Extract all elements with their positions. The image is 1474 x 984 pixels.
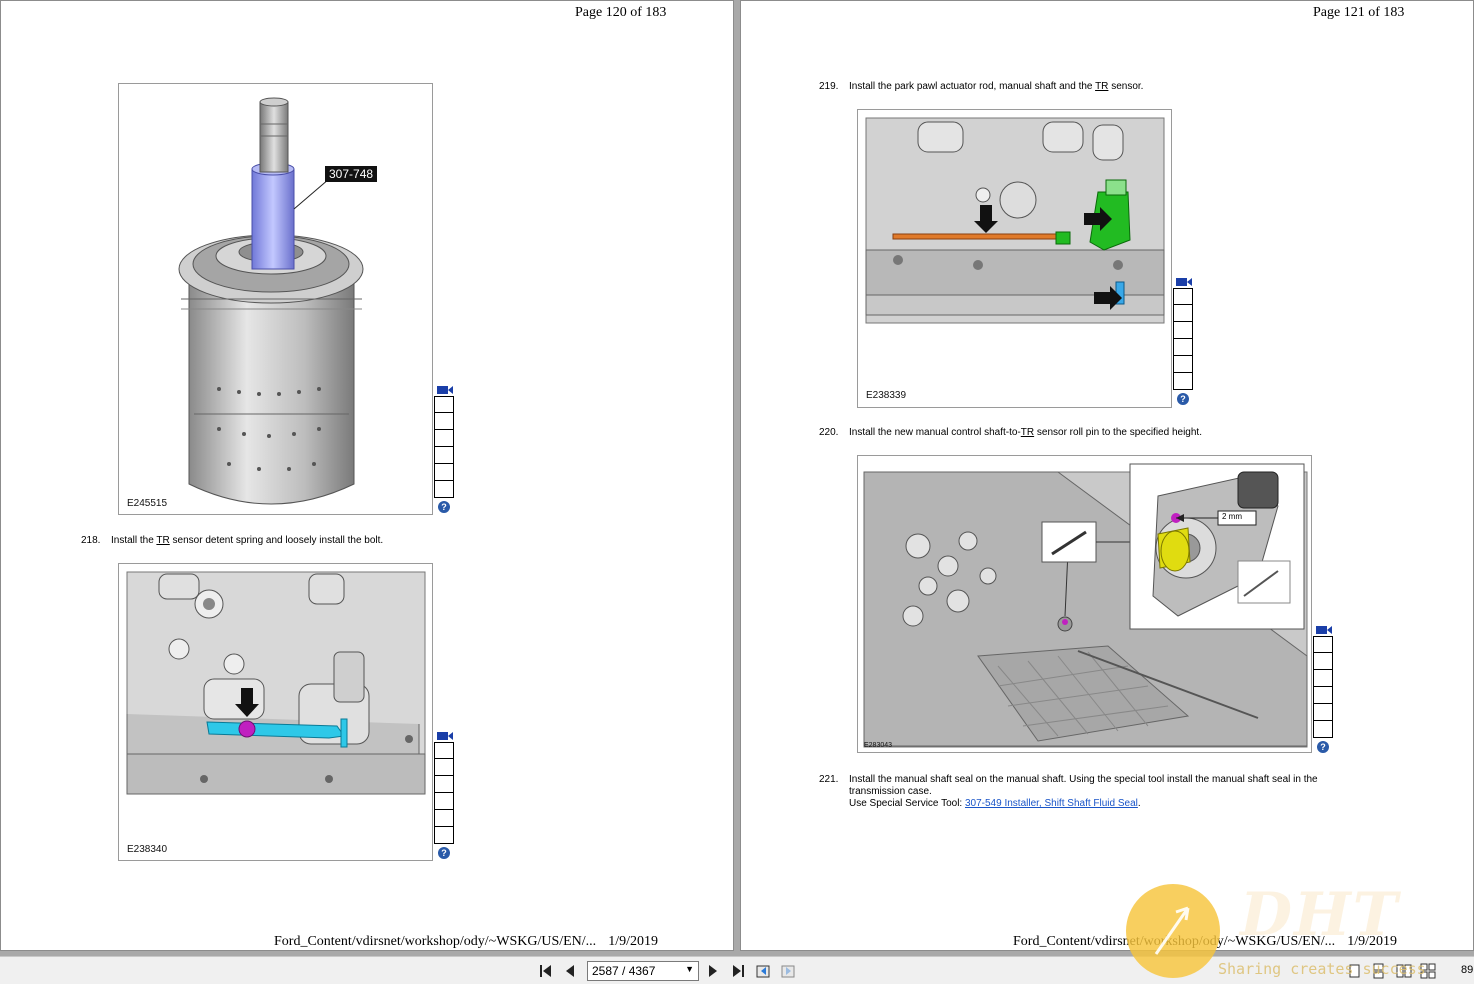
figure-toolbar: ?: [434, 730, 456, 859]
help-icon[interactable]: ?: [438, 501, 450, 513]
step-text: Install the manual shaft seal on the man…: [849, 774, 1318, 785]
footer-path: Ford_Content/vdirsnet/workshop/ody/~WSKG…: [274, 934, 597, 949]
step-text: Install the park pawl actuator rod, manu…: [849, 81, 1096, 92]
zoom-level: 89: [1461, 964, 1474, 976]
tr-abbreviation-link[interactable]: TR: [1021, 427, 1034, 438]
step-text: Install the new manual control shaft-to-: [849, 427, 1021, 438]
toolbar-box[interactable]: [434, 464, 454, 481]
two-page-icon[interactable]: [1396, 963, 1412, 979]
step-number: 220.: [819, 427, 839, 438]
figure-detent-spring: E238340: [118, 563, 433, 861]
help-icon[interactable]: ?: [1317, 741, 1329, 753]
two-page-continuous-icon[interactable]: [1420, 963, 1436, 979]
special-tool-link[interactable]: 307-549 Installer, Shift Shaft Fluid Sea…: [965, 798, 1138, 809]
footer-path: Ford_Content/vdirsnet/workshop/ody/~WSKG…: [1013, 934, 1336, 949]
toolbar-box[interactable]: [434, 396, 454, 413]
step-221: 221. Install the manual shaft seal on th…: [819, 774, 1439, 814]
video-camera-icon[interactable]: [1315, 624, 1333, 636]
detent-spring-illustration: [126, 571, 426, 795]
figure-id-label: E245515: [127, 498, 168, 509]
toolbar-box[interactable]: [1313, 670, 1333, 687]
tr-abbreviation-link[interactable]: TR: [1095, 81, 1108, 92]
toolbar-box[interactable]: [1173, 339, 1193, 356]
page-footer: Ford_Content/vdirsnet/workshop/ody/~WSKG…: [1013, 934, 1397, 950]
first-page-icon[interactable]: [538, 963, 554, 979]
go-forward-icon[interactable]: [780, 963, 796, 979]
roll-pin-illustration: [863, 463, 1308, 748]
step-text: sensor detent spring and loosely install…: [169, 535, 384, 546]
figure-toolbar: ?: [434, 384, 456, 513]
toolbar-box[interactable]: [434, 447, 454, 464]
toolbar-box[interactable]: [1173, 356, 1193, 373]
navigation-toolbar: 2587 / 4367 ▼ 89: [0, 956, 1474, 984]
step-text: Use Special Service Tool:: [849, 798, 965, 809]
page-footer: Ford_Content/vdirsnet/workshop/ody/~WSKG…: [274, 934, 658, 950]
toolbar-box[interactable]: [434, 430, 454, 447]
footer-date: 1/9/2019: [1347, 934, 1397, 949]
page-number-label: Page 120 of 183: [575, 5, 667, 20]
help-icon[interactable]: ?: [438, 847, 450, 859]
figure-id-label: E283043: [864, 742, 893, 749]
step-text: sensor.: [1108, 81, 1144, 92]
prev-page-icon[interactable]: [562, 963, 578, 979]
toolbar-box[interactable]: [1313, 636, 1333, 653]
figure-id-label: E238340: [127, 844, 168, 855]
toolbar-box[interactable]: [1313, 721, 1333, 738]
right-page: Page 121 of 183 219. Install the park pa…: [740, 0, 1474, 951]
help-icon[interactable]: ?: [1177, 393, 1189, 405]
step-number: 219.: [819, 81, 839, 92]
figure-park-pawl: E238339: [857, 109, 1172, 408]
toolbar-box[interactable]: [434, 827, 454, 844]
tr-abbreviation-link[interactable]: TR: [156, 535, 169, 546]
toolbar-box[interactable]: [1313, 653, 1333, 670]
toolbar-box[interactable]: [1173, 288, 1193, 305]
next-page-icon[interactable]: [705, 963, 721, 979]
park-pawl-illustration: [865, 117, 1165, 324]
video-camera-icon[interactable]: [1175, 276, 1193, 288]
step-text: sensor roll pin to the specified height.: [1034, 427, 1202, 438]
toolbar-box[interactable]: [1173, 322, 1193, 339]
toolbar-box[interactable]: [434, 481, 454, 498]
footer-date: 1/9/2019: [608, 934, 658, 949]
figure-drum-tool: 307-748 E245515: [118, 83, 433, 515]
figure-toolbar: ?: [1173, 276, 1195, 405]
video-camera-icon[interactable]: [436, 384, 454, 396]
single-page-icon[interactable]: [1346, 963, 1362, 979]
toolbar-box[interactable]: [434, 759, 454, 776]
toolbar-box[interactable]: [434, 742, 454, 759]
last-page-icon[interactable]: [730, 963, 746, 979]
continuous-page-icon[interactable]: [1370, 963, 1386, 979]
step-number: 218.: [81, 535, 101, 546]
page-number-field[interactable]: 2587 / 4367 ▼: [587, 961, 699, 981]
step-number: 221.: [819, 774, 839, 785]
step-text: Install the: [111, 535, 157, 546]
left-page: Page 120 of 183 307-748 E245515 ? 218. I…: [0, 0, 734, 951]
toolbar-box[interactable]: [434, 810, 454, 827]
toolbar-box[interactable]: [1173, 373, 1193, 390]
toolbar-box[interactable]: [434, 793, 454, 810]
page-number-label: Page 121 of 183: [1313, 5, 1405, 20]
figure-toolbar: ?: [1313, 624, 1335, 753]
drum-tool-illustration: [178, 97, 364, 505]
figure-id-label: E238339: [866, 390, 907, 401]
toolbar-box[interactable]: [1313, 704, 1333, 721]
chevron-down-icon[interactable]: ▼: [685, 964, 694, 974]
dimension-label: 2 mm: [1222, 512, 1242, 521]
step-text: transmission case.: [849, 786, 932, 797]
page-number-value: 2587 / 4367: [592, 964, 656, 978]
go-back-icon[interactable]: [755, 963, 771, 979]
toolbar-box[interactable]: [434, 413, 454, 430]
figure-roll-pin: 2 mm E283043: [857, 455, 1312, 753]
toolbar-box[interactable]: [1173, 305, 1193, 322]
toolbar-box[interactable]: [1313, 687, 1333, 704]
toolbar-box[interactable]: [434, 776, 454, 793]
video-camera-icon[interactable]: [436, 730, 454, 742]
step-text: .: [1137, 798, 1141, 809]
tool-callout: 307-748: [325, 166, 378, 182]
